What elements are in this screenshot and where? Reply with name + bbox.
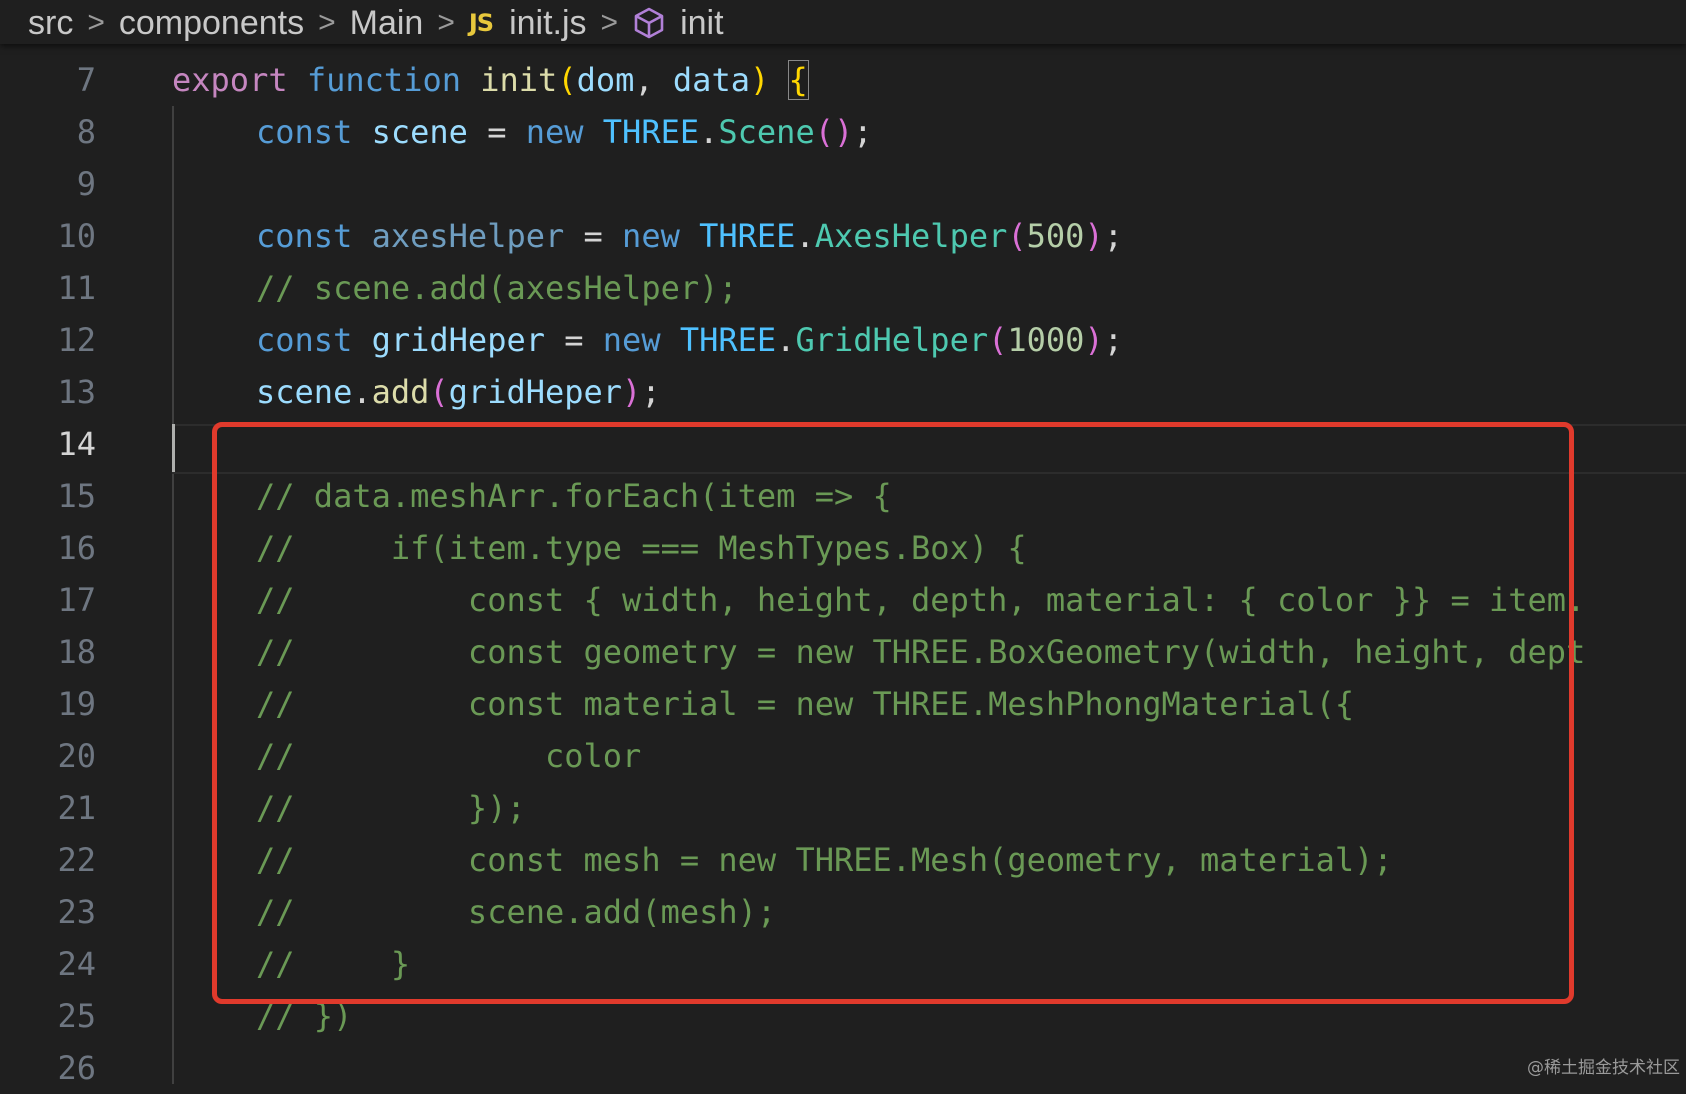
line-number: 14 [57,425,96,463]
line-number: 26 [57,1049,96,1087]
chevron-right-icon: > [87,6,105,39]
line-number: 12 [57,321,96,359]
line-content[interactable]: // color [256,730,641,782]
line-number: 20 [57,737,96,775]
code-line: 13 scene.add(gridHeper); [0,366,1686,418]
code-line: 15 // data.meshArr.forEach(item => { [0,470,1686,522]
chevron-right-icon: > [437,6,455,39]
code-line: 7 export function init(dom, data) { [0,54,1686,106]
line-content[interactable]: // scene.add(axesHelper); [256,262,738,314]
code-line: 14 [0,418,1686,470]
line-number: 8 [76,113,96,151]
javascript-file-icon: JS [468,9,494,37]
line-number: 24 [57,945,96,983]
code-line: 8 const scene = new THREE.Scene(); [0,106,1686,158]
code-line: 12 const gridHeper = new THREE.GridHelpe… [0,314,1686,366]
line-content[interactable]: // const material = new THREE.MeshPhongM… [256,678,1354,730]
breadcrumb-item-file[interactable]: init.js [509,6,586,40]
code-line: 25 // }) [0,990,1686,1042]
chevron-right-icon: > [600,6,619,39]
line-content[interactable]: const scene = new THREE.Scene(); [256,106,873,158]
code-line: 21 // }); [0,782,1686,834]
line-content[interactable]: scene.add(gridHeper); [256,366,661,418]
line-content[interactable]: export function init(dom, data) { [172,54,809,106]
code-line: 19 // const material = new THREE.MeshPho… [0,678,1686,730]
line-content[interactable]: // data.meshArr.forEach(item => { [256,470,892,522]
line-number: 15 [57,477,96,515]
code-line: 26 [0,1042,1686,1094]
code-line: 18 // const geometry = new THREE.BoxGeom… [0,626,1686,678]
line-number: 22 [57,841,96,879]
line-number: 23 [57,893,96,931]
line-content[interactable]: const gridHeper = new THREE.GridHelper(1… [256,314,1123,366]
cube-symbol-icon [632,6,666,40]
line-number: 25 [57,997,96,1035]
line-number: 10 [57,217,96,255]
breadcrumb: src > components > Main > JS init.js > i… [0,0,1686,44]
line-number: 17 [57,581,96,619]
line-content[interactable]: // } [256,938,410,990]
line-number: 11 [57,269,96,307]
code-line: 10 const axesHelper = new THREE.AxesHelp… [0,210,1686,262]
breadcrumb-item-components[interactable]: components [119,6,304,40]
code-line: 23 // scene.add(mesh); [0,886,1686,938]
line-number: 7 [76,61,96,99]
code-line: 24 // } [0,938,1686,990]
line-content[interactable]: // }); [256,782,526,834]
line-content[interactable]: // const mesh = new THREE.Mesh(geometry,… [256,834,1393,886]
chevron-right-icon: > [318,6,336,39]
line-content[interactable]: const axesHelper = new THREE.AxesHelper(… [256,210,1123,262]
code-line: 17 // const { width, height, depth, mate… [0,574,1686,626]
line-content[interactable]: // const { width, height, depth, materia… [256,574,1585,626]
code-line: 20 // color [0,730,1686,782]
line-content[interactable]: // if(item.type === MeshTypes.Box) { [256,522,1027,574]
line-number: 9 [76,165,96,203]
breadcrumb-item-src[interactable]: src [28,6,73,40]
line-content[interactable]: // scene.add(mesh); [256,886,776,938]
line-content[interactable]: // }) [256,990,352,1042]
breadcrumb-item-symbol[interactable]: init [680,6,723,40]
line-number: 16 [57,529,96,567]
line-number: 13 [57,373,96,411]
code-line: 9 [0,158,1686,210]
line-number: 18 [57,633,96,671]
line-number: 21 [57,789,96,827]
code-line: 16 // if(item.type === MeshTypes.Box) { [0,522,1686,574]
breadcrumb-item-main[interactable]: Main [350,6,424,40]
line-content[interactable]: // const geometry = new THREE.BoxGeometr… [256,626,1585,678]
code-line: 11 // scene.add(axesHelper); [0,262,1686,314]
watermark: @稀土掘金技术社区 [1527,1058,1680,1078]
code-editor[interactable]: 7 export function init(dom, data) { 8 co… [0,44,1686,1087]
line-number: 19 [57,685,96,723]
code-line: 22 // const mesh = new THREE.Mesh(geomet… [0,834,1686,886]
